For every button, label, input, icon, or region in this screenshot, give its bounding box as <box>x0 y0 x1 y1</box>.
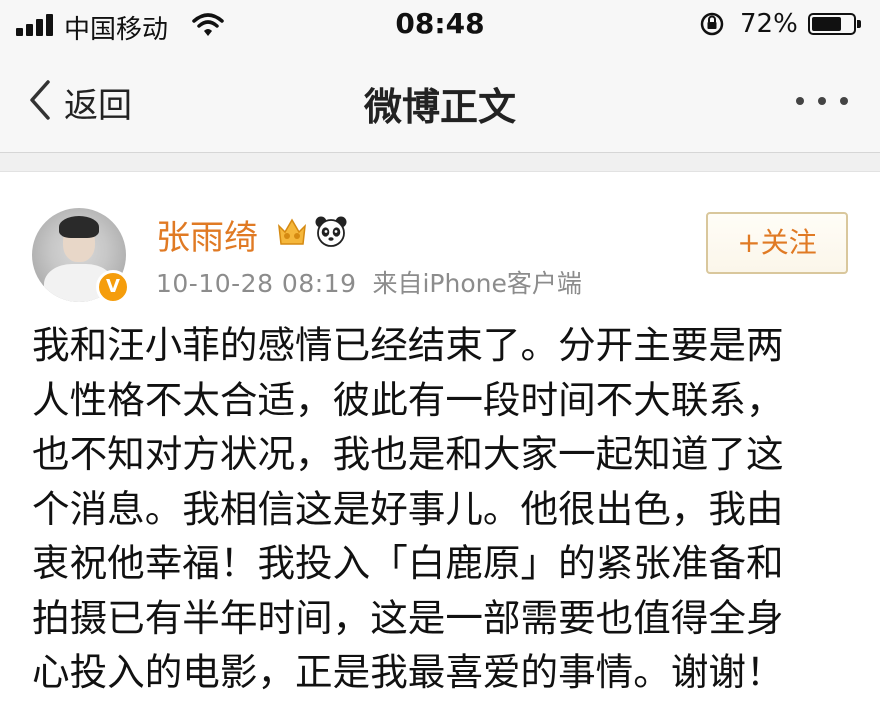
battery-percent: 72% <box>740 9 798 39</box>
post-timestamp: 10-10-28 08:19 <box>156 269 357 298</box>
username[interactable]: 张雨绮 <box>156 210 258 259</box>
navigation-bar: 返回 微博正文 <box>0 50 880 153</box>
post-text-line: 个消息。我相信这是好事儿。他很出色，我由 <box>32 486 784 531</box>
status-bar: 中国移动 08:48 72% <box>0 0 880 50</box>
vip-crown-icon <box>278 218 306 245</box>
post-source: 来自iPhone客户端 <box>372 269 582 298</box>
post-text-line: 人性格不太合适，彼此有一段时间不大联系， <box>32 377 784 422</box>
post-text-line: 衷祝他幸福！我投入「白鹿原」的紧张准备和 <box>32 541 784 585</box>
more-icon[interactable] <box>790 88 854 114</box>
battery-icon <box>808 13 861 35</box>
verified-badge: V <box>96 270 130 304</box>
panda-icon <box>315 216 347 247</box>
page-title: 微博正文 <box>363 85 516 129</box>
post-text-line: 心投入的电影，正是我最喜爱的事情。谢谢！ <box>32 650 784 694</box>
battery-fill <box>812 17 841 31</box>
follow-button[interactable]: +关注 <box>706 212 848 274</box>
orientation-lock-icon <box>700 12 724 36</box>
post-text: 我和汪小菲的感情已经结束了。分开主要是两 人性格不太合适，彼此有一段时间不大联系… <box>32 318 848 700</box>
post-text-line: 也不知对方状况，我也是和大家一起知道了这 <box>32 432 784 476</box>
post-text-line: 拍摄已有半年时间，这是一部需要也值得全身 <box>32 595 784 640</box>
post-text-line: 我和汪小菲的感情已经结束了。分开主要是两 <box>32 323 784 367</box>
section-divider <box>0 153 880 172</box>
weibo-post: V 张雨绮 10-10-28 08:19 来自iPhone客户端 +关注 我和汪小… <box>0 172 880 716</box>
post-meta: 10-10-28 08:19 来自iPhone客户端 <box>156 264 582 300</box>
